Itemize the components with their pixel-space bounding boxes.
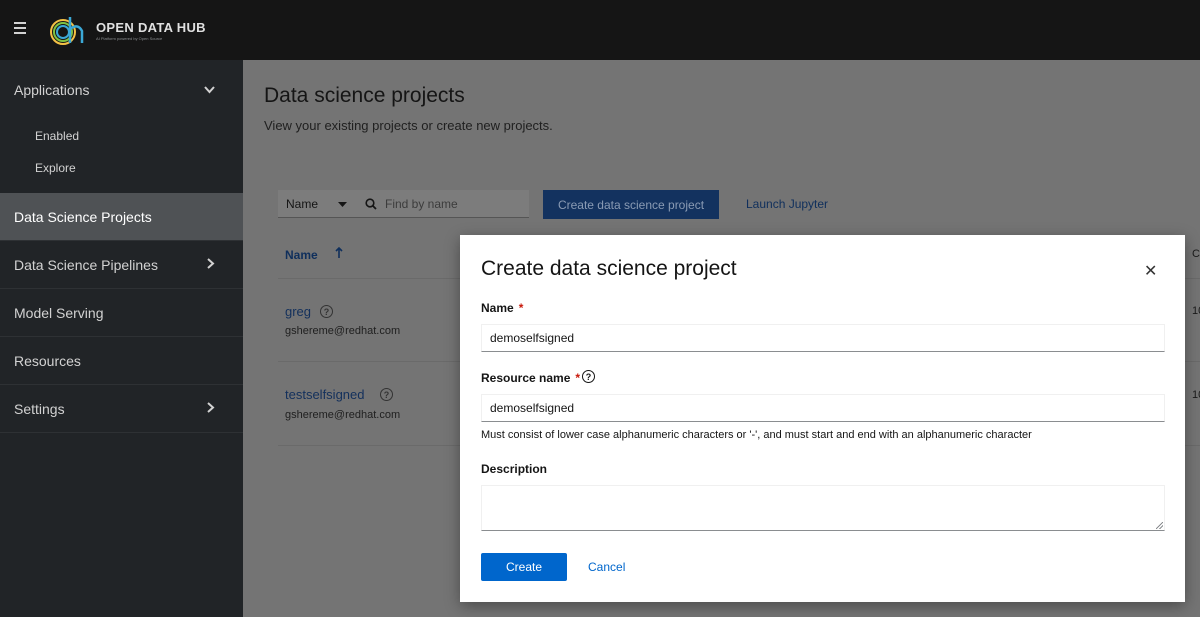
name-field[interactable]: demoselfsigned: [481, 324, 1165, 352]
search-input[interactable]: Find by name: [355, 190, 529, 218]
sidebar-item-settings[interactable]: Settings: [0, 385, 243, 433]
filter-type-select[interactable]: Name: [278, 190, 355, 218]
resource-name-field-label: Resource name *: [481, 371, 580, 385]
sidebar-item-label: Data Science Pipelines: [14, 256, 158, 273]
sidebar-item-label: Settings: [14, 400, 65, 417]
caret-down-icon: [338, 197, 347, 211]
column-header-truncated: C: [1192, 248, 1200, 260]
sidebar-item-explore[interactable]: Explore: [0, 152, 243, 184]
name-field-label: Name *: [481, 301, 523, 315]
create-project-button[interactable]: Create data science project: [543, 190, 719, 219]
project-name-link[interactable]: greg: [285, 304, 311, 319]
sidebar-item-model-serving[interactable]: Model Serving: [0, 289, 243, 337]
masthead: OPEN DATA HUB AI Platform powered by Ope…: [0, 0, 1200, 60]
description-field-label: Description: [481, 462, 548, 476]
sidebar-item-enabled[interactable]: Enabled: [0, 120, 243, 152]
resize-handle-icon[interactable]: [1156, 522, 1163, 529]
table-cell-truncated: 10: [1192, 305, 1200, 317]
modal-title: Create data science project: [481, 257, 737, 280]
sidebar-item-label: Model Serving: [14, 304, 104, 321]
name-label-text: Name: [481, 301, 514, 315]
required-marker: *: [518, 301, 524, 315]
brand-logo[interactable]: OPEN DATA HUB AI Platform powered by Ope…: [48, 12, 206, 48]
sidebar-item-data-science-pipelines[interactable]: Data Science Pipelines: [0, 241, 243, 289]
page-title: Data science projects: [264, 84, 465, 107]
close-icon[interactable]: ✕: [1144, 261, 1157, 281]
brand-title: OPEN DATA HUB: [96, 19, 206, 35]
required-marker: *: [575, 371, 581, 385]
sidebar-item-label: Data Science Projects: [14, 208, 152, 225]
create-button[interactable]: Create: [481, 553, 567, 581]
sidebar-nav: Applications Enabled Explore Data Scienc…: [0, 60, 243, 617]
project-owner: gshereme@redhat.com: [285, 409, 401, 421]
sidebar-group-label: Applications: [14, 82, 90, 98]
hamburger-menu-icon[interactable]: [14, 22, 26, 34]
description-textarea[interactable]: [481, 485, 1165, 531]
help-icon[interactable]: ?: [320, 305, 333, 318]
search-icon: [365, 197, 377, 210]
resource-label-text: Resource name: [481, 371, 571, 385]
project-name-link[interactable]: testselfsigned: [285, 387, 365, 402]
filter-type-value: Name: [286, 196, 319, 211]
cancel-button[interactable]: Cancel: [588, 560, 625, 574]
sidebar-item-data-science-projects[interactable]: Data Science Projects: [0, 193, 243, 241]
sort-ascending-icon[interactable]: [335, 246, 343, 262]
column-header-name[interactable]: Name: [285, 248, 318, 262]
help-icon[interactable]: ?: [380, 388, 393, 401]
help-icon[interactable]: ?: [582, 370, 595, 383]
search-placeholder: Find by name: [385, 196, 458, 211]
create-project-modal: Create data science project ✕ Name * demo…: [460, 235, 1185, 602]
chevron-down-icon: [204, 83, 215, 97]
chevron-right-icon: [207, 257, 215, 272]
page-description: View your existing projects or create ne…: [264, 118, 553, 133]
chevron-right-icon: [207, 401, 215, 416]
resource-name-field[interactable]: demoselfsigned: [481, 394, 1165, 422]
launch-jupyter-link[interactable]: Launch Jupyter: [746, 197, 828, 211]
sidebar-item-resources[interactable]: Resources: [0, 337, 243, 385]
project-owner: gshereme@redhat.com: [285, 325, 401, 337]
sidebar-group-applications[interactable]: Applications: [0, 60, 243, 120]
resource-name-helper-text: Must consist of lower case alphanumeric …: [481, 429, 1032, 441]
table-cell-truncated: 10: [1192, 389, 1200, 401]
odh-logo-icon: [48, 13, 90, 47]
brand-subtitle: AI Platform powered by Open Source: [96, 35, 163, 41]
sidebar-item-label: Resources: [14, 352, 81, 369]
